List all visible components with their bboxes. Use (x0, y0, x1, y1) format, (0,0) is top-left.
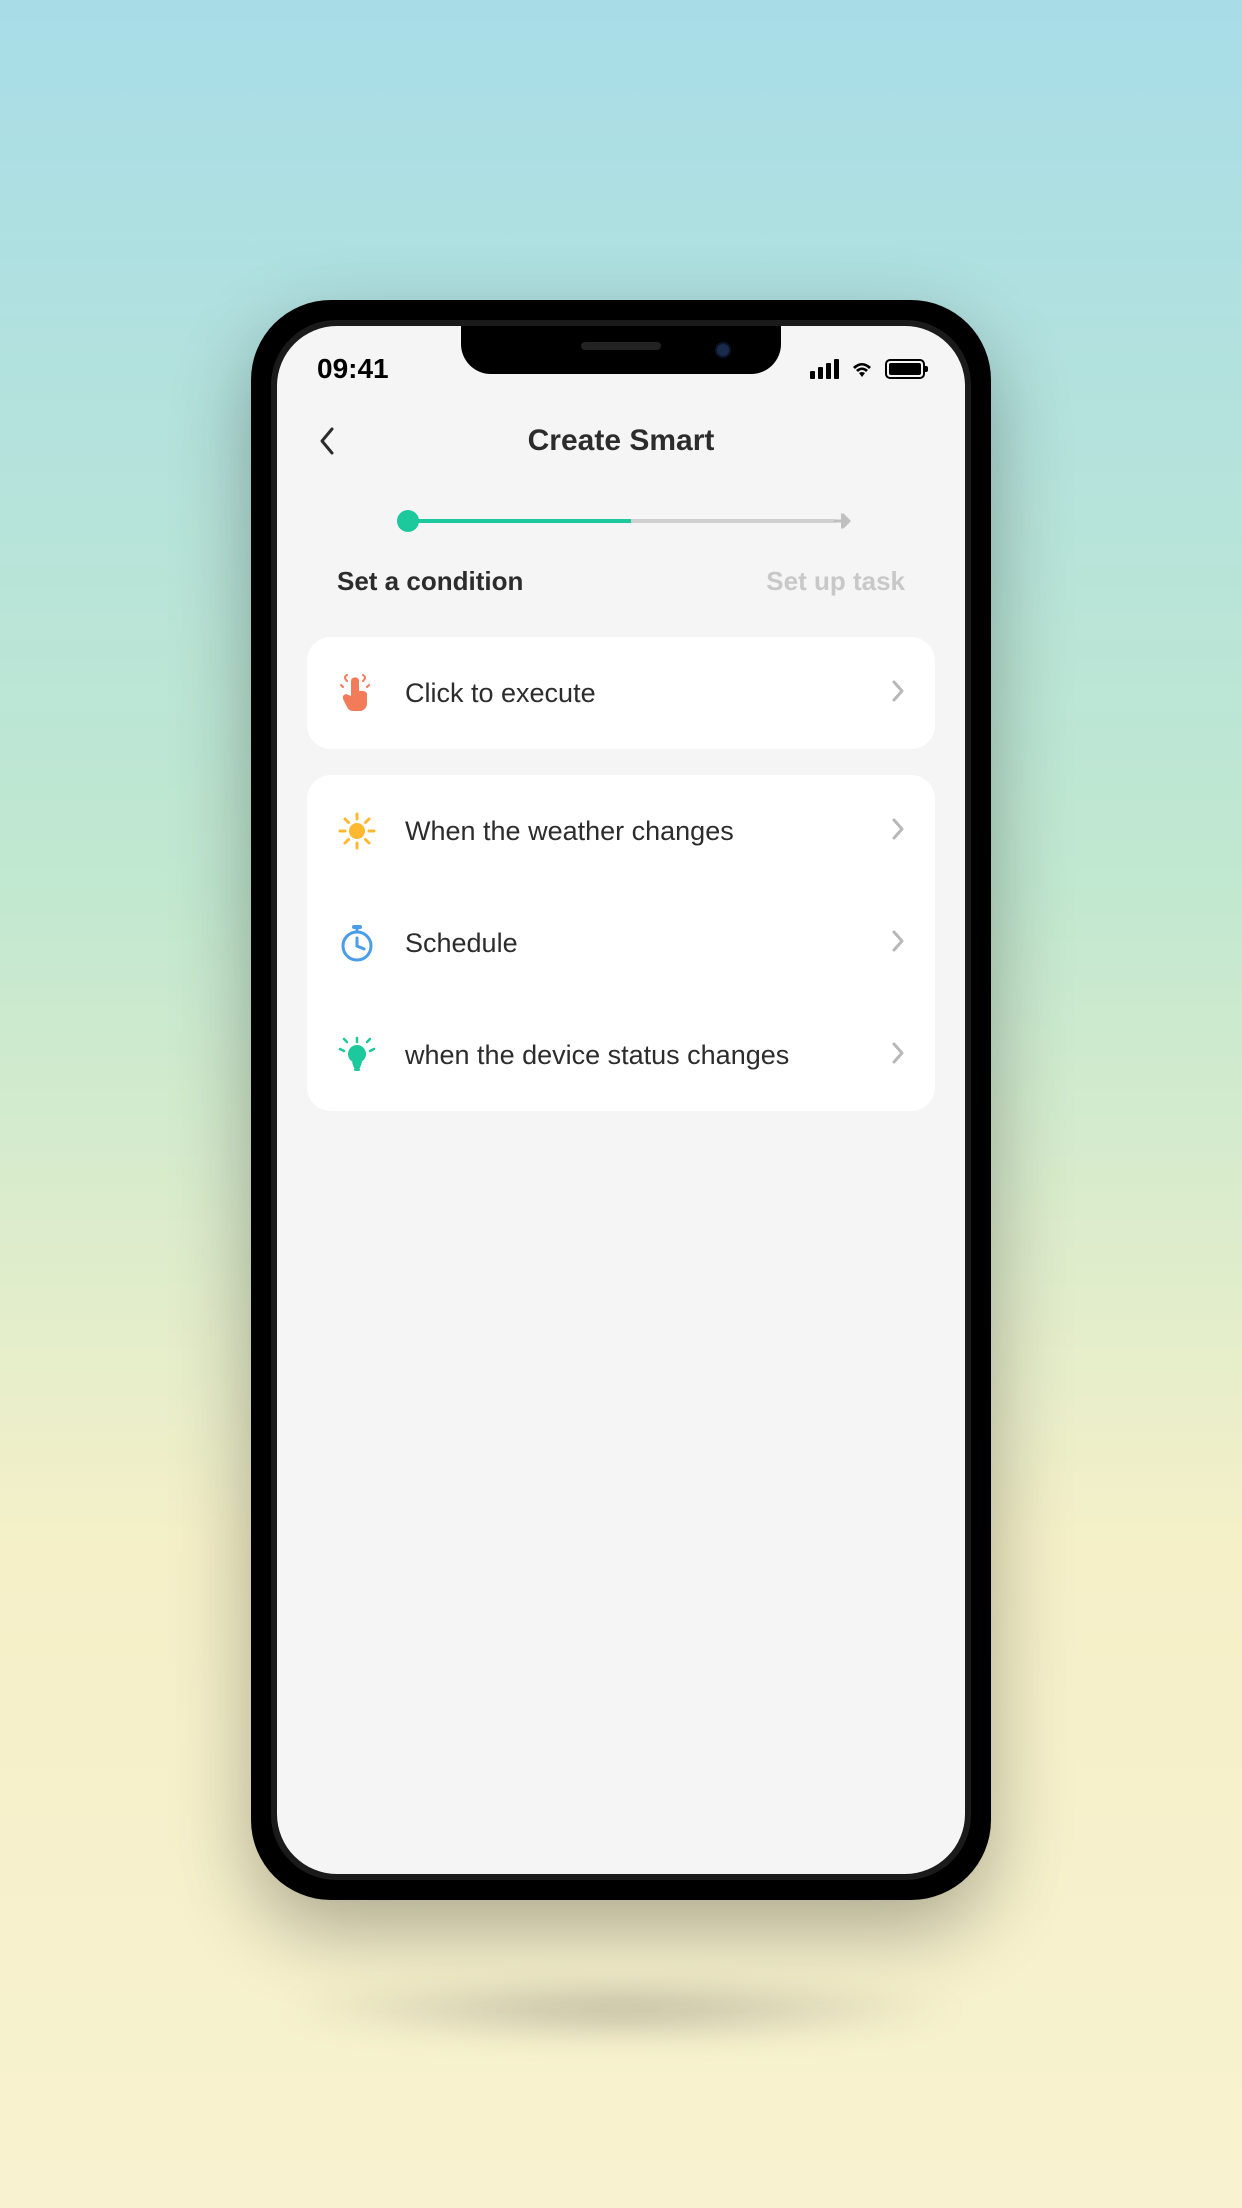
screen: 09:41 (277, 326, 965, 1874)
option-label: Click to execute (405, 678, 863, 709)
notch (461, 326, 781, 374)
cellular-signal-icon (810, 359, 839, 379)
progress-stepper: Set a condition Set up task (277, 486, 965, 637)
tap-icon (337, 673, 377, 713)
battery-icon (885, 359, 925, 379)
clock-icon (337, 923, 377, 963)
phone-frame: 09:41 (251, 300, 991, 1900)
nav-header: Create Smart (277, 396, 965, 486)
page-title: Create Smart (528, 424, 715, 458)
option-label: when the device status changes (405, 1040, 863, 1071)
sun-icon (337, 811, 377, 851)
option-label: When the weather changes (405, 816, 863, 847)
status-indicators (810, 359, 925, 379)
chevron-right-icon (891, 1041, 905, 1070)
chevron-right-icon (891, 679, 905, 708)
content: Click to execute (277, 637, 965, 1111)
chevron-left-icon (318, 426, 336, 456)
chevron-right-icon (891, 817, 905, 846)
status-time: 09:41 (317, 353, 389, 385)
step-label-task: Set up task (766, 566, 905, 597)
option-device-status[interactable]: when the device status changes (307, 999, 935, 1111)
progress-arrow-icon (833, 511, 853, 536)
progress-step-active-dot (397, 510, 419, 532)
option-click-execute[interactable]: Click to execute (307, 637, 935, 749)
option-schedule[interactable]: Schedule (307, 887, 935, 999)
card-conditions: When the weather changes (307, 775, 935, 1111)
wifi-icon (849, 359, 875, 379)
bulb-icon (337, 1035, 377, 1075)
chevron-right-icon (891, 929, 905, 958)
back-button[interactable] (307, 421, 347, 461)
card-execute: Click to execute (307, 637, 935, 749)
option-label: Schedule (405, 928, 863, 959)
option-weather-changes[interactable]: When the weather changes (307, 775, 935, 887)
step-label-condition: Set a condition (337, 566, 523, 597)
